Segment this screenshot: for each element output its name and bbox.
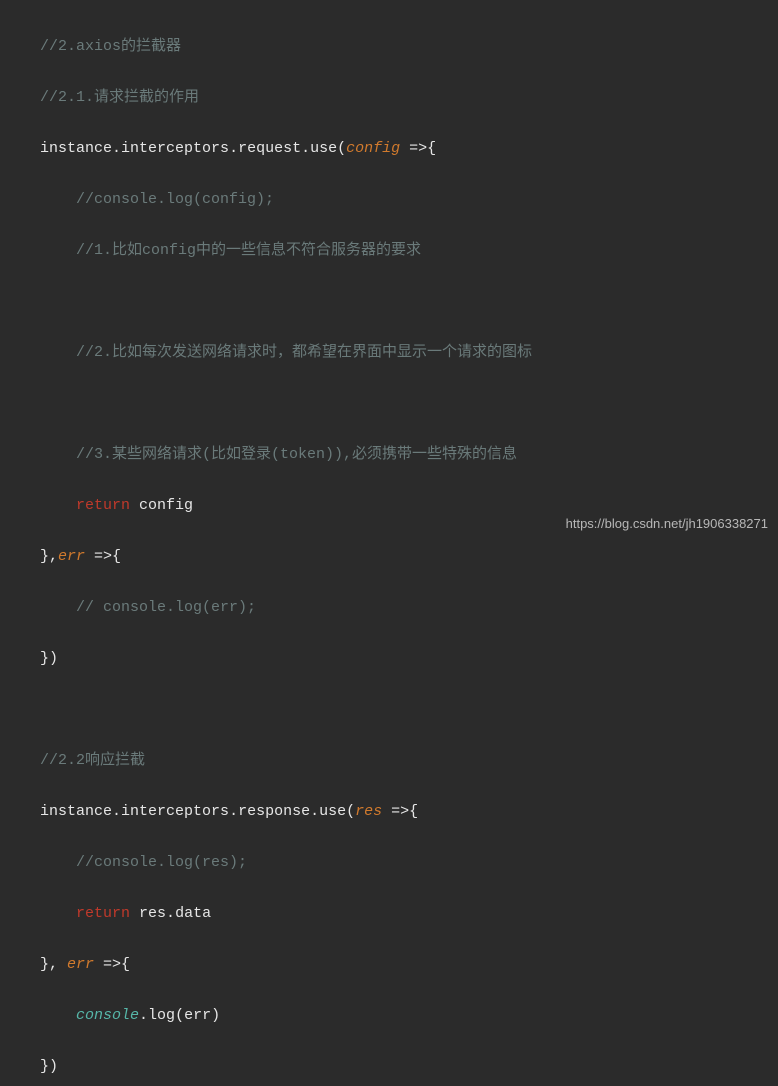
code-line: },err =>{	[40, 544, 768, 570]
code-line: })	[40, 650, 58, 667]
code-line: }, err =>{	[40, 952, 768, 978]
code-line: })	[40, 1058, 58, 1075]
code-comment: //2.比如每次发送网络请求时，都希望在界面中显示一个请求的图标	[40, 344, 532, 361]
code-comment: //3.某些网络请求(比如登录(token)),必须携带一些特殊的信息	[40, 446, 517, 463]
code-comment: //2.1.请求拦截的作用	[40, 89, 199, 106]
watermark-text: https://blog.csdn.net/jh1906338271	[566, 513, 768, 535]
blank-line	[40, 293, 49, 310]
code-line: instance.interceptors.response.use(res =…	[40, 799, 768, 825]
blank-line	[40, 395, 49, 412]
code-block: //2.axios的拦截器 //2.1.请求拦截的作用 instance.int…	[0, 0, 778, 1086]
code-comment: //1.比如config中的一些信息不符合服务器的要求	[40, 242, 421, 259]
code-comment: //2.axios的拦截器	[40, 38, 181, 55]
blank-line	[40, 701, 49, 718]
code-line: instance.interceptors.request.use(config…	[40, 136, 768, 162]
code-comment: //2.2响应拦截	[40, 752, 145, 769]
code-comment: // console.log(err);	[40, 599, 256, 616]
code-line: console.log(err)	[40, 1003, 768, 1029]
code-comment: //console.log(res);	[40, 854, 247, 871]
code-line: return res.data	[40, 901, 768, 927]
code-comment: //console.log(config);	[40, 191, 274, 208]
